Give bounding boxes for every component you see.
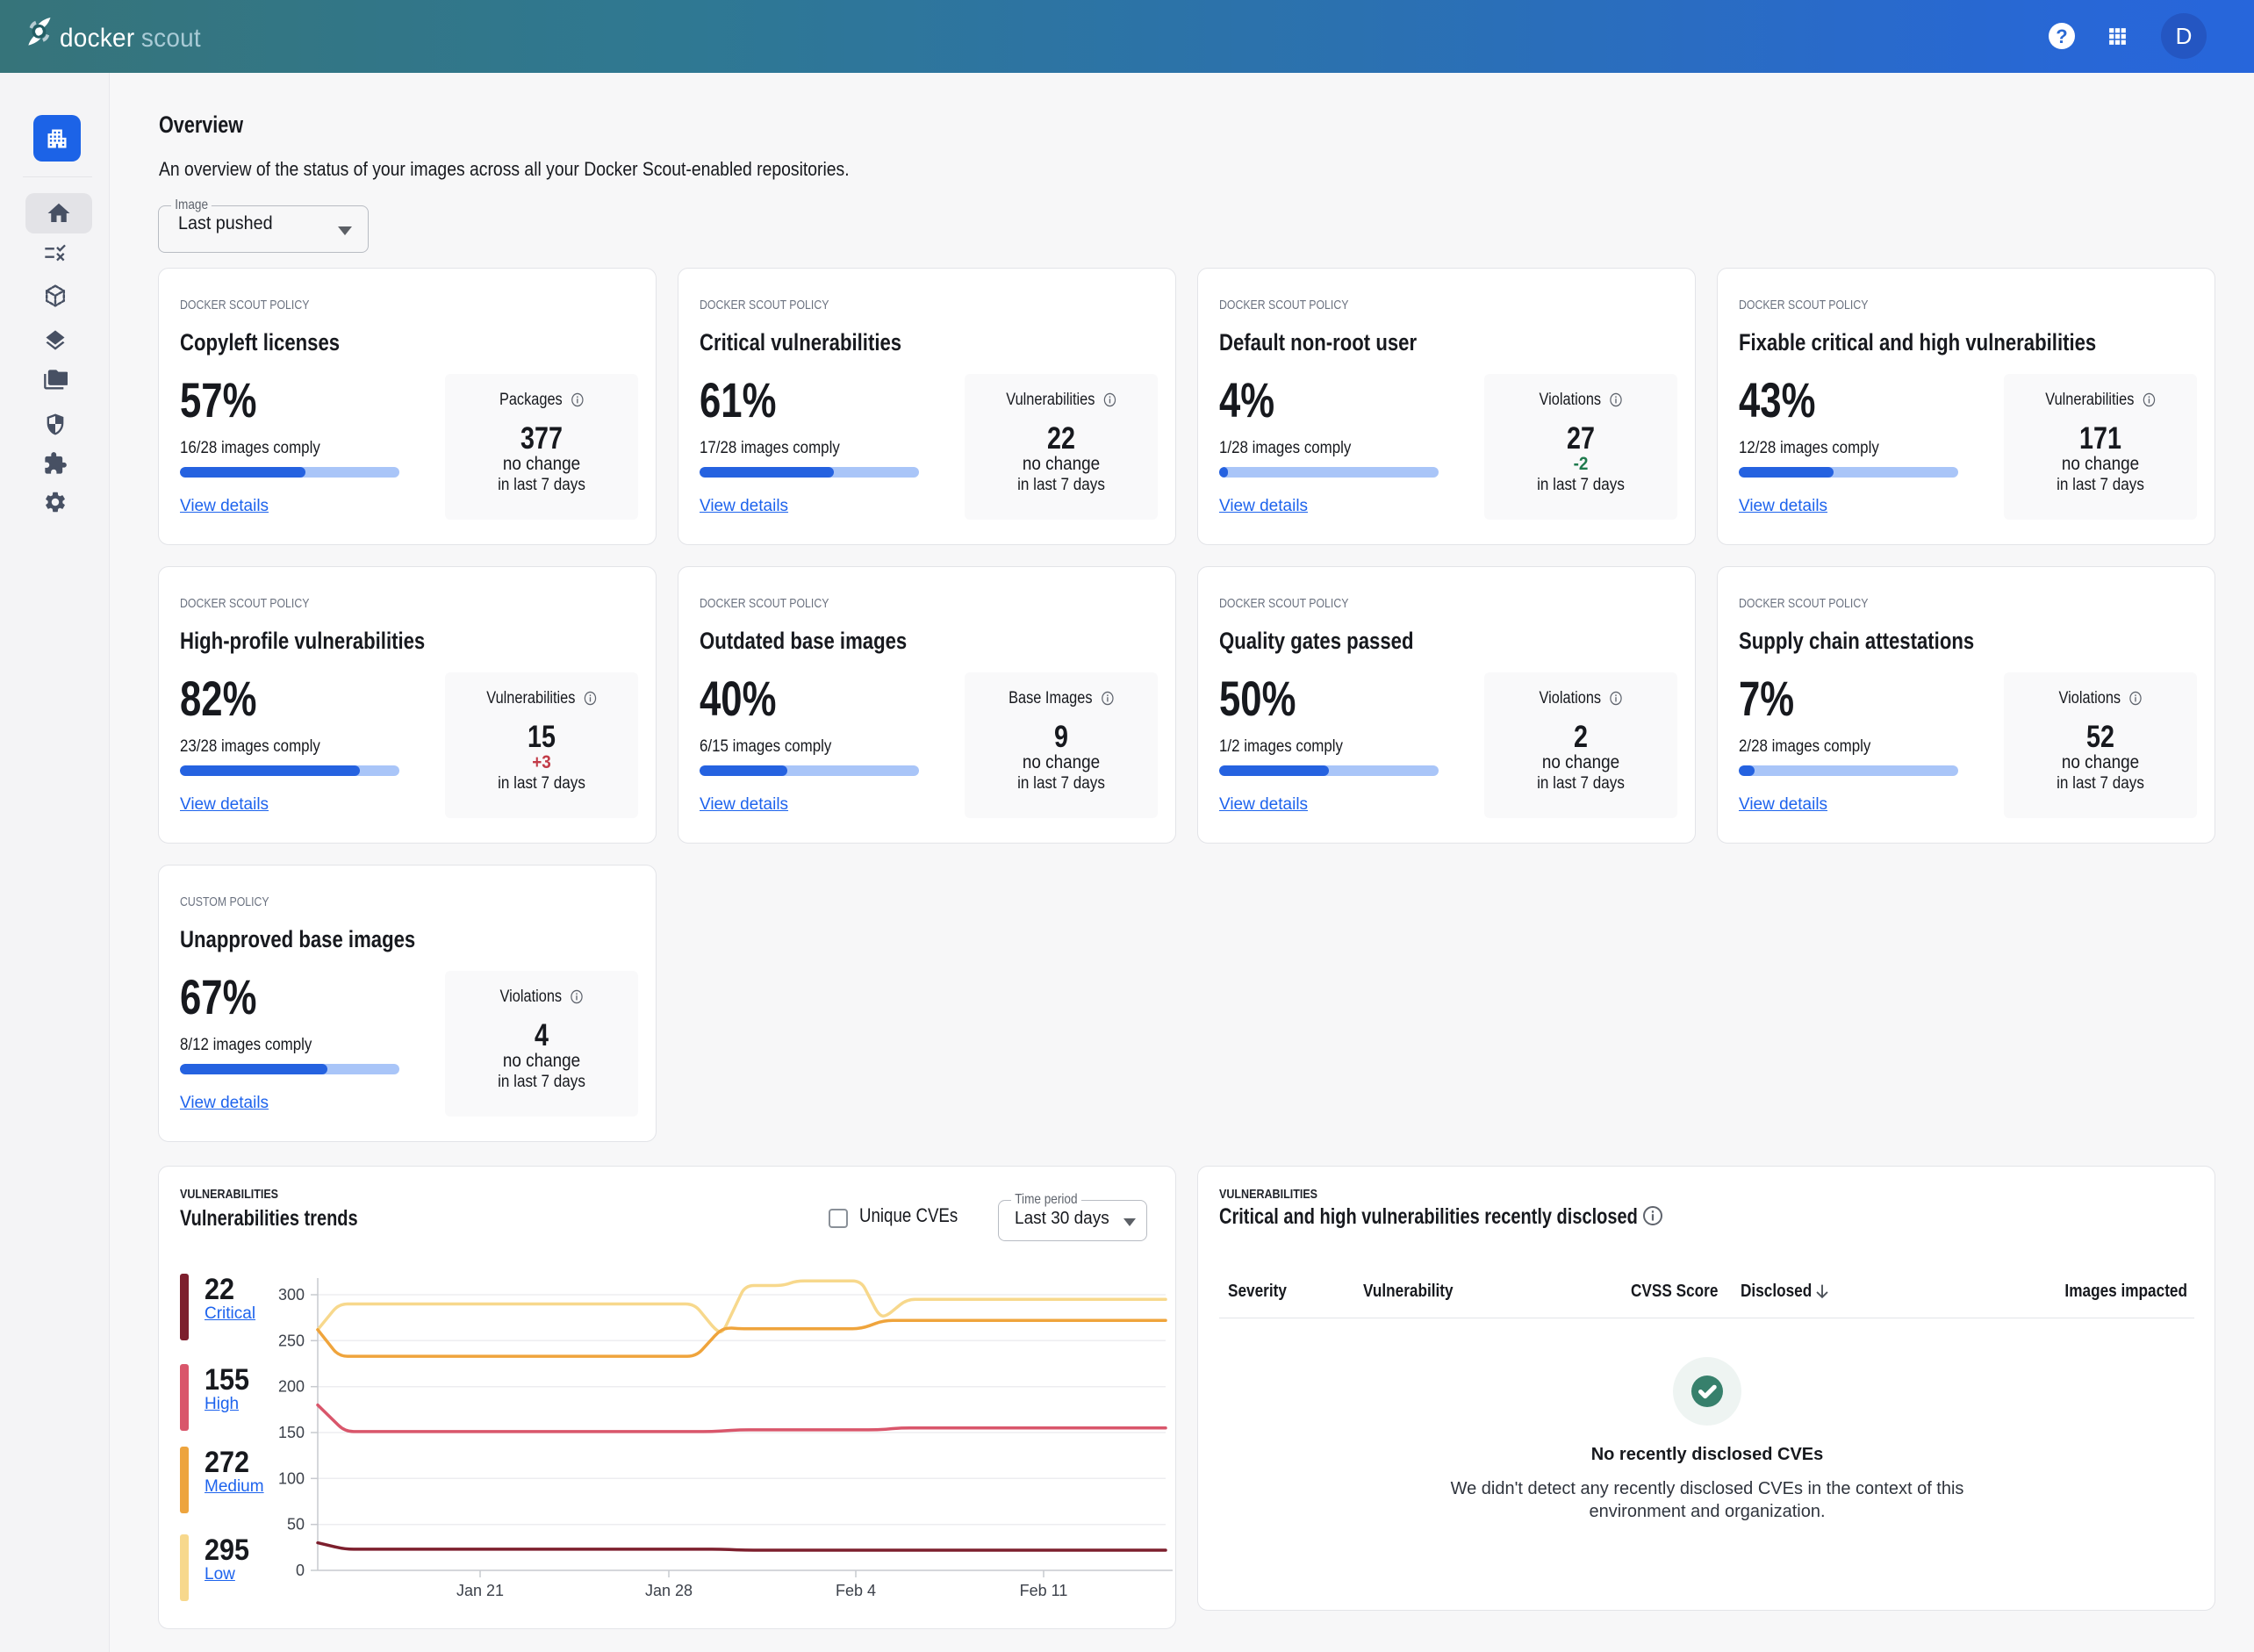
svg-text:200: 200 — [278, 1378, 305, 1396]
svg-text:0: 0 — [296, 1562, 305, 1579]
svg-text:300: 300 — [278, 1286, 305, 1304]
svg-text:250: 250 — [278, 1332, 305, 1349]
svg-text:Feb 11: Feb 11 — [1020, 1582, 1068, 1599]
svg-text:Jan 21: Jan 21 — [456, 1582, 504, 1599]
svg-text:150: 150 — [278, 1424, 305, 1441]
svg-text:100: 100 — [278, 1469, 305, 1487]
svg-text:Feb 4: Feb 4 — [836, 1582, 876, 1599]
svg-text:50: 50 — [287, 1516, 305, 1533]
svg-text:Jan 28: Jan 28 — [645, 1582, 693, 1599]
